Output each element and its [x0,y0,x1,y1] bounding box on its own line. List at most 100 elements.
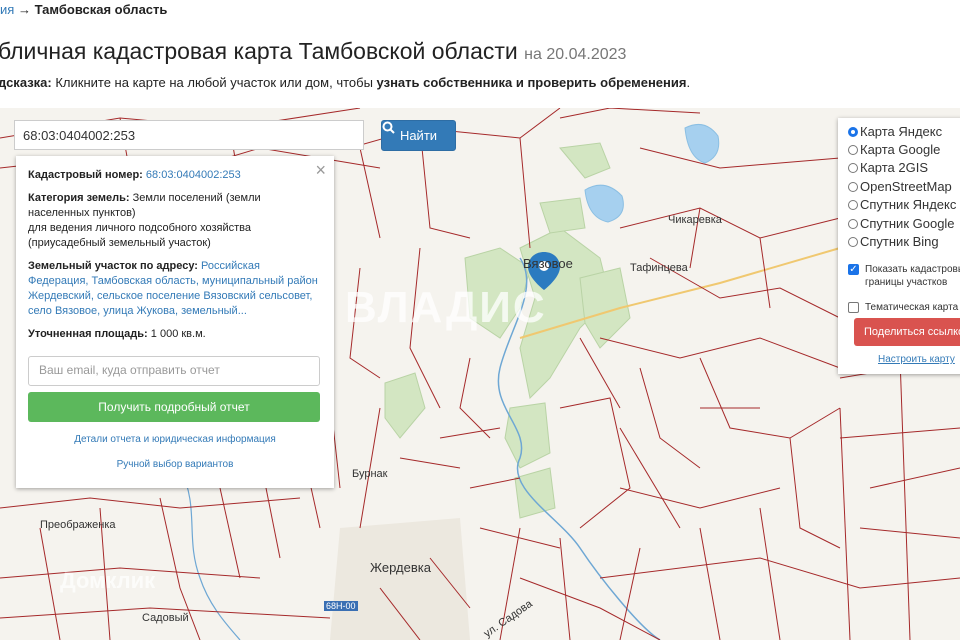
manual-selection-link[interactable]: Ручной выбор вариантов [117,459,234,470]
hint-label: дсказка: [0,75,52,90]
email-field[interactable]: Ваш email, куда отправить отчет [28,356,320,386]
page-hint: дсказка: Кликните на карте на любой учас… [0,75,690,90]
place-label: Вязовое [523,256,573,271]
place-label: Садовый [142,612,189,624]
parcel-boundary [479,527,561,549]
layer-option-2gis-map[interactable]: Карта 2GIS [848,160,928,175]
layer-label: Спутник Bing [860,234,939,249]
place-label: Тафинцева [630,262,688,274]
forest-patch [514,467,556,519]
layer-label: Спутник Google [860,216,955,231]
address-label: Земельный участок по адресу: [28,260,198,272]
search-icon [382,121,395,134]
lake [584,184,624,223]
parcel-boundary [619,207,841,239]
parcel-boundary [619,427,681,529]
cadastral-search-input[interactable] [14,120,364,150]
show-boundaries-label: Показать кадастровые границы участков [865,264,960,288]
breadcrumb-arrow: → [17,2,31,17]
place-label: Бурнак [352,468,388,480]
layer-option-osm[interactable]: OpenStreetMap [848,179,952,194]
town-area [330,518,470,640]
address-row: Земельный участок по адресу: Российская … [28,259,322,319]
parcel-boundary [839,427,960,439]
checkbox-icon[interactable] [848,302,859,313]
parcel-boundary [0,497,301,509]
parcel-boundary [859,527,960,539]
parcel-boundary [439,427,501,439]
radio-icon[interactable] [848,181,858,192]
layer-label: Карта Яндекс [860,124,943,139]
page-title-text: бличная кадастровая карта Тамбовской обл… [0,38,518,64]
forest-patch [539,197,586,234]
configure-map-link[interactable]: Настроить карту [878,354,955,365]
area-label: Уточненная площадь: [28,328,148,340]
radio-icon[interactable] [848,236,858,247]
land-use-value: для ведения личного подсобного хозяйства… [28,222,251,249]
parcel-boundary [519,137,531,249]
checkbox-checked-icon[interactable]: ✓ [848,264,859,275]
parcel-boundary [399,457,461,469]
thematic-map-label: Тематическая карта [865,302,959,313]
parcel-boundary [699,527,721,640]
cadastral-row: Кадастровый номер: 68:03:0404002:253 [28,168,322,183]
report-details-link[interactable]: Детали отчета и юридическая информация [74,434,276,445]
radio-selected-icon[interactable] [848,126,858,137]
forest-patch [384,372,426,439]
parcel-boundary [789,437,841,549]
parcel-boundary [619,547,641,640]
map-watermark: ВЛАДИС [345,283,547,332]
place-label: Преображенка [40,519,116,531]
parcel-boundary [39,527,61,640]
layer-label: OpenStreetMap [860,179,952,194]
layer-option-google-satellite[interactable]: Спутник Google [848,216,955,231]
parcel-boundary [359,147,381,239]
forest-patch [559,142,611,179]
parcel-boundary [839,407,851,640]
page-title: бличная кадастровая карта Тамбовской обл… [0,38,626,65]
parcel-boundary [599,337,841,369]
map-watermark-domclick: Домклик [60,568,156,593]
radio-icon[interactable] [848,199,858,210]
forest-patch [504,402,551,469]
cadastral-map[interactable]: ВЛАДИС Домклик Вязовое Тафинцева Чикарев… [0,108,960,640]
breadcrumb-current: Тамбовская область [34,2,168,17]
place-label: Жердевка [370,560,431,575]
show-boundaries-toggle[interactable]: ✓ Показать кадастровые границы участков [848,263,960,289]
parcel-boundary [619,487,781,509]
close-icon[interactable]: × [315,160,326,181]
layer-option-yandex-satellite[interactable]: Спутник Яндекс [848,197,956,212]
radio-icon[interactable] [848,144,858,155]
area-row: Уточненная площадь: 1 000 кв.м. [28,327,322,342]
search-button-label: Найти [399,128,438,143]
parcel-boundary [759,237,771,309]
parcel-boundary [869,467,960,489]
parcel-boundary [599,557,960,589]
parcel-boundary [639,367,701,469]
parcel-boundary [219,487,241,579]
category-row: Категория земель: Земли поселений (земли… [28,191,322,251]
breadcrumb: ия → Тамбовская область [0,2,167,17]
share-link-button[interactable]: Поделиться ссылкой [854,318,960,346]
cadastral-link[interactable]: 68:03:0404002:253 [146,169,241,181]
layer-label: Карта Google [860,142,941,157]
parcel-boundary [519,577,661,640]
radio-icon[interactable] [848,162,858,173]
search-button[interactable]: Найти [381,120,456,151]
parcel-boundary [639,147,841,169]
parcel-boundary [559,397,631,529]
area-value: 1 000 кв.м. [150,328,206,340]
layer-option-google-map[interactable]: Карта Google [848,142,940,157]
layer-option-yandex-map[interactable]: Карта Яндекс [848,124,942,139]
hint-end: . [686,75,691,90]
parcel-info-card: × Кадастровый номер: 68:03:0404002:253 К… [16,156,334,488]
layer-option-bing-satellite[interactable]: Спутник Bing [848,234,939,249]
radio-icon[interactable] [848,218,858,229]
layer-label: Спутник Яндекс [860,197,957,212]
page-date: на 20.04.2023 [524,46,627,63]
get-report-button[interactable]: Получить подробный отчет [28,392,320,422]
hint-text: Кликните на карте на любой участок или д… [55,75,373,90]
thematic-map-toggle[interactable]: Тематическая карта [848,301,958,314]
parcel-boundary [559,537,571,640]
breadcrumb-link[interactable]: ия [0,2,14,17]
